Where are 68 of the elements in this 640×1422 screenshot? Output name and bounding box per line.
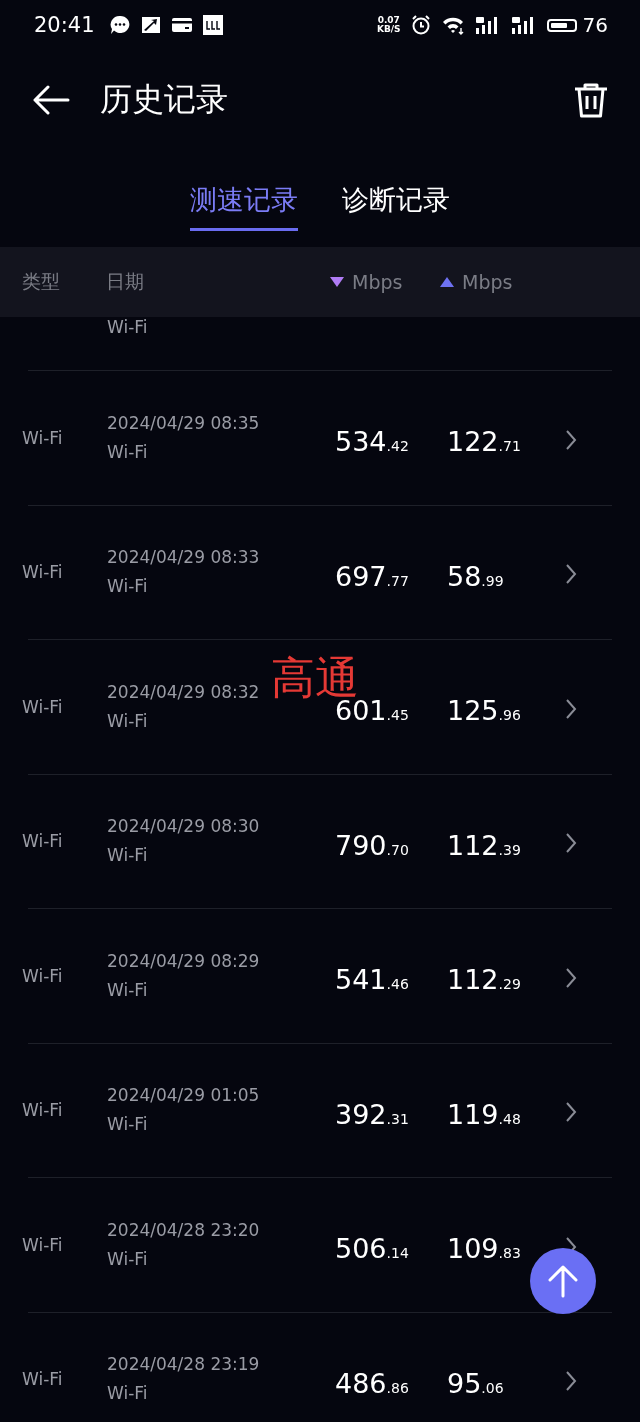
chevron-right-icon: [565, 429, 577, 450]
chevron-right-icon: [565, 698, 577, 719]
app-tile-icon: [202, 15, 223, 35]
battery-level: 76: [582, 13, 608, 37]
chevron-right-icon: [565, 833, 577, 854]
download-speed: 506.14: [335, 1233, 410, 1265]
network-name: Wi-Fi: [107, 316, 148, 339]
connection-type: Wi-Fi: [22, 427, 64, 448]
download-speed: 534.42: [335, 426, 410, 458]
connection-type: Wi-Fi: [22, 831, 64, 852]
network-name: Wi-Fi: [107, 1247, 148, 1271]
record-date: 2024/04/29 08:32: [107, 680, 260, 704]
connection-type: Wi-Fi: [22, 965, 64, 986]
arrow-tile-icon: [140, 15, 161, 35]
clock-time: 20:41: [34, 13, 95, 37]
upload-speed: 112.39: [447, 829, 522, 861]
network-name: Wi-Fi: [107, 709, 148, 733]
chevron-right-icon: [565, 564, 577, 585]
download-speed: 392.31: [335, 1098, 410, 1130]
connection-type: Wi-Fi: [22, 562, 64, 583]
record-date: 2024/04/29 08:33: [107, 546, 260, 570]
column-header: 类型: [22, 269, 60, 294]
tab[interactable]: 测速记录: [190, 182, 298, 231]
up-triangle-icon: [440, 277, 454, 287]
connection-type: Wi-Fi: [22, 1100, 64, 1121]
column-header: Mbps: [462, 271, 513, 293]
network-name: Wi-Fi: [107, 978, 148, 1002]
download-speed: 486.86: [335, 1367, 410, 1399]
network-name: Wi-Fi: [107, 440, 148, 464]
tab[interactable]: 诊断记录: [342, 182, 450, 231]
chevron-right-icon: [565, 1371, 577, 1392]
connection-type: Wi-Fi: [22, 1234, 64, 1255]
column-header: 日期: [106, 269, 144, 294]
upload-speed: 119.48: [447, 1098, 522, 1130]
upload-speed: 95.06: [447, 1367, 505, 1399]
trash-icon[interactable]: [572, 81, 610, 119]
network-speed: 0.07: [377, 16, 400, 25]
card-icon: [170, 16, 193, 34]
upload-speed: 58.99: [447, 560, 505, 592]
connection-type: Wi-Fi: [22, 1369, 64, 1390]
download-speed: 790.70: [335, 829, 410, 861]
down-triangle-icon: [330, 277, 344, 287]
network-name: Wi-Fi: [107, 575, 148, 599]
upload-speed: 122.71: [447, 426, 522, 458]
record-date: 2024/04/29 08:30: [107, 815, 260, 839]
download-speed: 697.77: [335, 560, 410, 592]
network-name: Wi-Fi: [107, 844, 148, 868]
upload-speed: 112.29: [447, 964, 522, 996]
battery-icon: [546, 18, 577, 32]
chevron-right-icon: [565, 1102, 577, 1123]
network-name: Wi-Fi: [107, 1113, 148, 1137]
record-date: 2024/04/29 01:05: [107, 1084, 260, 1108]
page-title: 历史记录: [100, 79, 229, 120]
upload-speed: 109.83: [447, 1233, 522, 1265]
record-date: 2024/04/28 23:20: [107, 1218, 260, 1242]
record-date: 2024/04/29 08:35: [107, 411, 260, 435]
download-speed: 541.46: [335, 964, 410, 996]
network-speed-unit: KB/S: [376, 25, 401, 34]
upload-speed: 125.96: [447, 695, 522, 727]
column-header: Mbps: [352, 271, 403, 293]
record-date: 2024/04/29 08:29: [107, 949, 260, 973]
network-name: Wi-Fi: [107, 1382, 148, 1406]
record-date: 2024/04/28 23:19: [107, 1353, 260, 1377]
alarm-icon: [410, 15, 431, 35]
back-icon[interactable]: [32, 85, 70, 115]
connection-type: Wi-Fi: [22, 696, 64, 717]
chevron-right-icon: [565, 967, 577, 988]
chat-bubble-icon: [108, 14, 131, 36]
